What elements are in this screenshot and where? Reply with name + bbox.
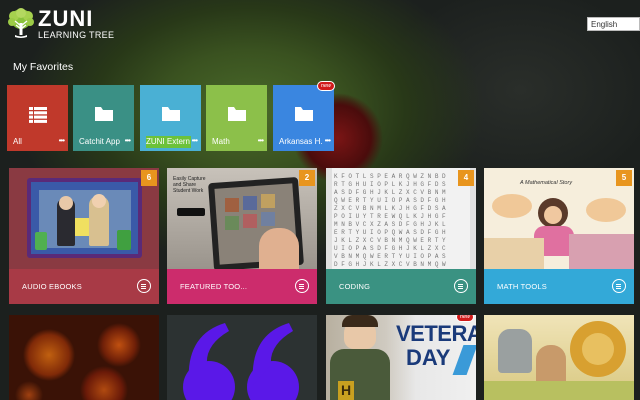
svg-text:M N B V C X Z A S D F G H J K: M N B V C X Z A S D F G H J K L — [334, 221, 446, 228]
zuni-logo[interactable]: ZUNI LEARNING TREE — [6, 8, 114, 40]
more-icon[interactable]: ••• — [258, 136, 264, 145]
list-icon — [28, 107, 47, 128]
card-label-bar: MATH TOOLS — [484, 269, 634, 304]
favorite-tile-math[interactable]: Math ••• — [206, 85, 267, 151]
favorite-tile-zuni-extern[interactable]: ZUNI Extern... ••• — [140, 85, 201, 151]
more-icon[interactable]: ••• — [59, 136, 65, 145]
item-count-badge: 2 — [299, 170, 315, 186]
svg-text:E R T Y U I O P Q W A S D F G: E R T Y U I O P Q W A S D F G H — [334, 229, 446, 236]
veterans-text-line1: VETERA — [396, 321, 476, 346]
card-label-bar: CODING — [326, 269, 476, 304]
item-count-badge: 6 — [141, 170, 157, 186]
svg-text:Q W E R T Y U I O P A S D F G: Q W E R T Y U I O P A S D F G H — [334, 197, 446, 204]
more-icon[interactable]: ••• — [192, 136, 198, 145]
svg-text:K F O T L S P E A R Q W Z N B: K F O T L S P E A R Q W Z N B D — [334, 173, 446, 180]
svg-text:J K L Z X C V B N M Q W E R T: J K L Z X C V B N M Q W E R T Y — [334, 237, 446, 244]
quote-icon — [167, 315, 317, 400]
card-storybook-thumbnail[interactable] — [484, 315, 634, 400]
card-audio-ebooks[interactable]: 6 AUDIO EBOOKS — [9, 168, 159, 304]
menu-icon[interactable] — [137, 279, 151, 293]
card-veterans-day-thumbnail[interactable]: VETERA DAY H new — [326, 315, 476, 400]
svg-text:R T G H U I O P L K J H G F D: R T G H U I O P L K J H G F D S — [334, 181, 446, 188]
svg-text:U I O P A S D F G H J K L Z X: U I O P A S D F G H J K L Z X C — [334, 245, 446, 252]
menu-icon[interactable] — [612, 279, 626, 293]
card-coding[interactable]: K F O T L S P E A R Q W Z N B D R T G H … — [326, 168, 476, 304]
history-logo: H — [338, 381, 354, 400]
favorite-label: Arkansas H... — [279, 137, 323, 146]
card-label: FEATURED TOO... — [180, 282, 248, 291]
audio-ebooks-thumbnail — [9, 168, 159, 269]
favorite-tile-catchit[interactable]: Catchit App ••• — [73, 85, 134, 151]
logo-name: ZUNI — [38, 6, 94, 31]
tree-icon — [6, 8, 34, 40]
more-icon[interactable]: ••• — [125, 136, 131, 145]
card-virus-thumbnail[interactable] — [9, 315, 159, 400]
language-select[interactable]: English — [587, 17, 640, 31]
item-count-badge: 5 — [616, 170, 632, 186]
favorite-label: Math — [212, 137, 230, 146]
favorite-label: ZUNI Extern... — [146, 137, 190, 146]
favorite-tile-arkansas[interactable]: new Arkansas H... ••• — [273, 81, 335, 151]
svg-text:P O I U Y T R E W Q L K J H G: P O I U Y T R E W Q L K J H G F — [334, 213, 446, 220]
svg-text:A S D F G H J K L Z X C V B N: A S D F G H J K L Z X C V B N M — [334, 189, 446, 196]
coding-thumbnail: K F O T L S P E A R Q W Z N B D R T G H … — [326, 168, 476, 269]
folder-icon — [294, 107, 313, 126]
card-label-bar: FEATURED TOO... — [167, 269, 317, 304]
svg-text:Z X C V B N M L K J H G F D S: Z X C V B N M L K J H G F D S A — [334, 205, 446, 212]
favorite-label: All — [13, 137, 22, 146]
logo-subtitle: LEARNING TREE — [38, 30, 115, 40]
card-label: AUDIO EBOOKS — [22, 282, 82, 291]
favorite-label: Catchit App — [79, 137, 120, 146]
card-quote-thumbnail[interactable] — [167, 315, 317, 400]
math-book-subtitle: A Mathematical Story — [520, 180, 573, 186]
new-badge: new — [455, 315, 474, 322]
card-label: CODING — [339, 282, 371, 291]
favorite-tile-all[interactable]: All ••• — [7, 85, 68, 151]
card-math-tools[interactable]: A Mathematical Story 5 MATH TOOLS — [484, 168, 634, 304]
card-label-bar: AUDIO EBOOKS — [9, 269, 159, 304]
item-count-badge: 4 — [458, 170, 474, 186]
folder-icon — [227, 107, 246, 126]
menu-icon[interactable] — [454, 279, 468, 293]
card-featured-tools[interactable]: Easily Capture and Share Student Work 2 … — [167, 168, 317, 304]
favorites-title: My Favorites — [13, 61, 74, 73]
featured-tools-thumbnail: Easily Capture and Share Student Work — [167, 168, 317, 269]
folder-icon — [94, 107, 113, 126]
card-label: MATH TOOLS — [497, 282, 547, 291]
more-icon[interactable]: ••• — [325, 136, 331, 145]
svg-text:D F G H J K L Z X C V B N M Q: D F G H J K L Z X C V B N M Q W — [334, 261, 446, 268]
new-badge: new — [316, 81, 335, 91]
svg-text:V B N M Q W E R T Y U I O P A: V B N M Q W E R T Y U I O P A S — [334, 253, 446, 260]
math-tools-thumbnail: A Mathematical Story — [484, 168, 634, 269]
veterans-text-line2: DAY — [406, 345, 451, 370]
folder-icon — [161, 107, 180, 126]
menu-icon[interactable] — [295, 279, 309, 293]
